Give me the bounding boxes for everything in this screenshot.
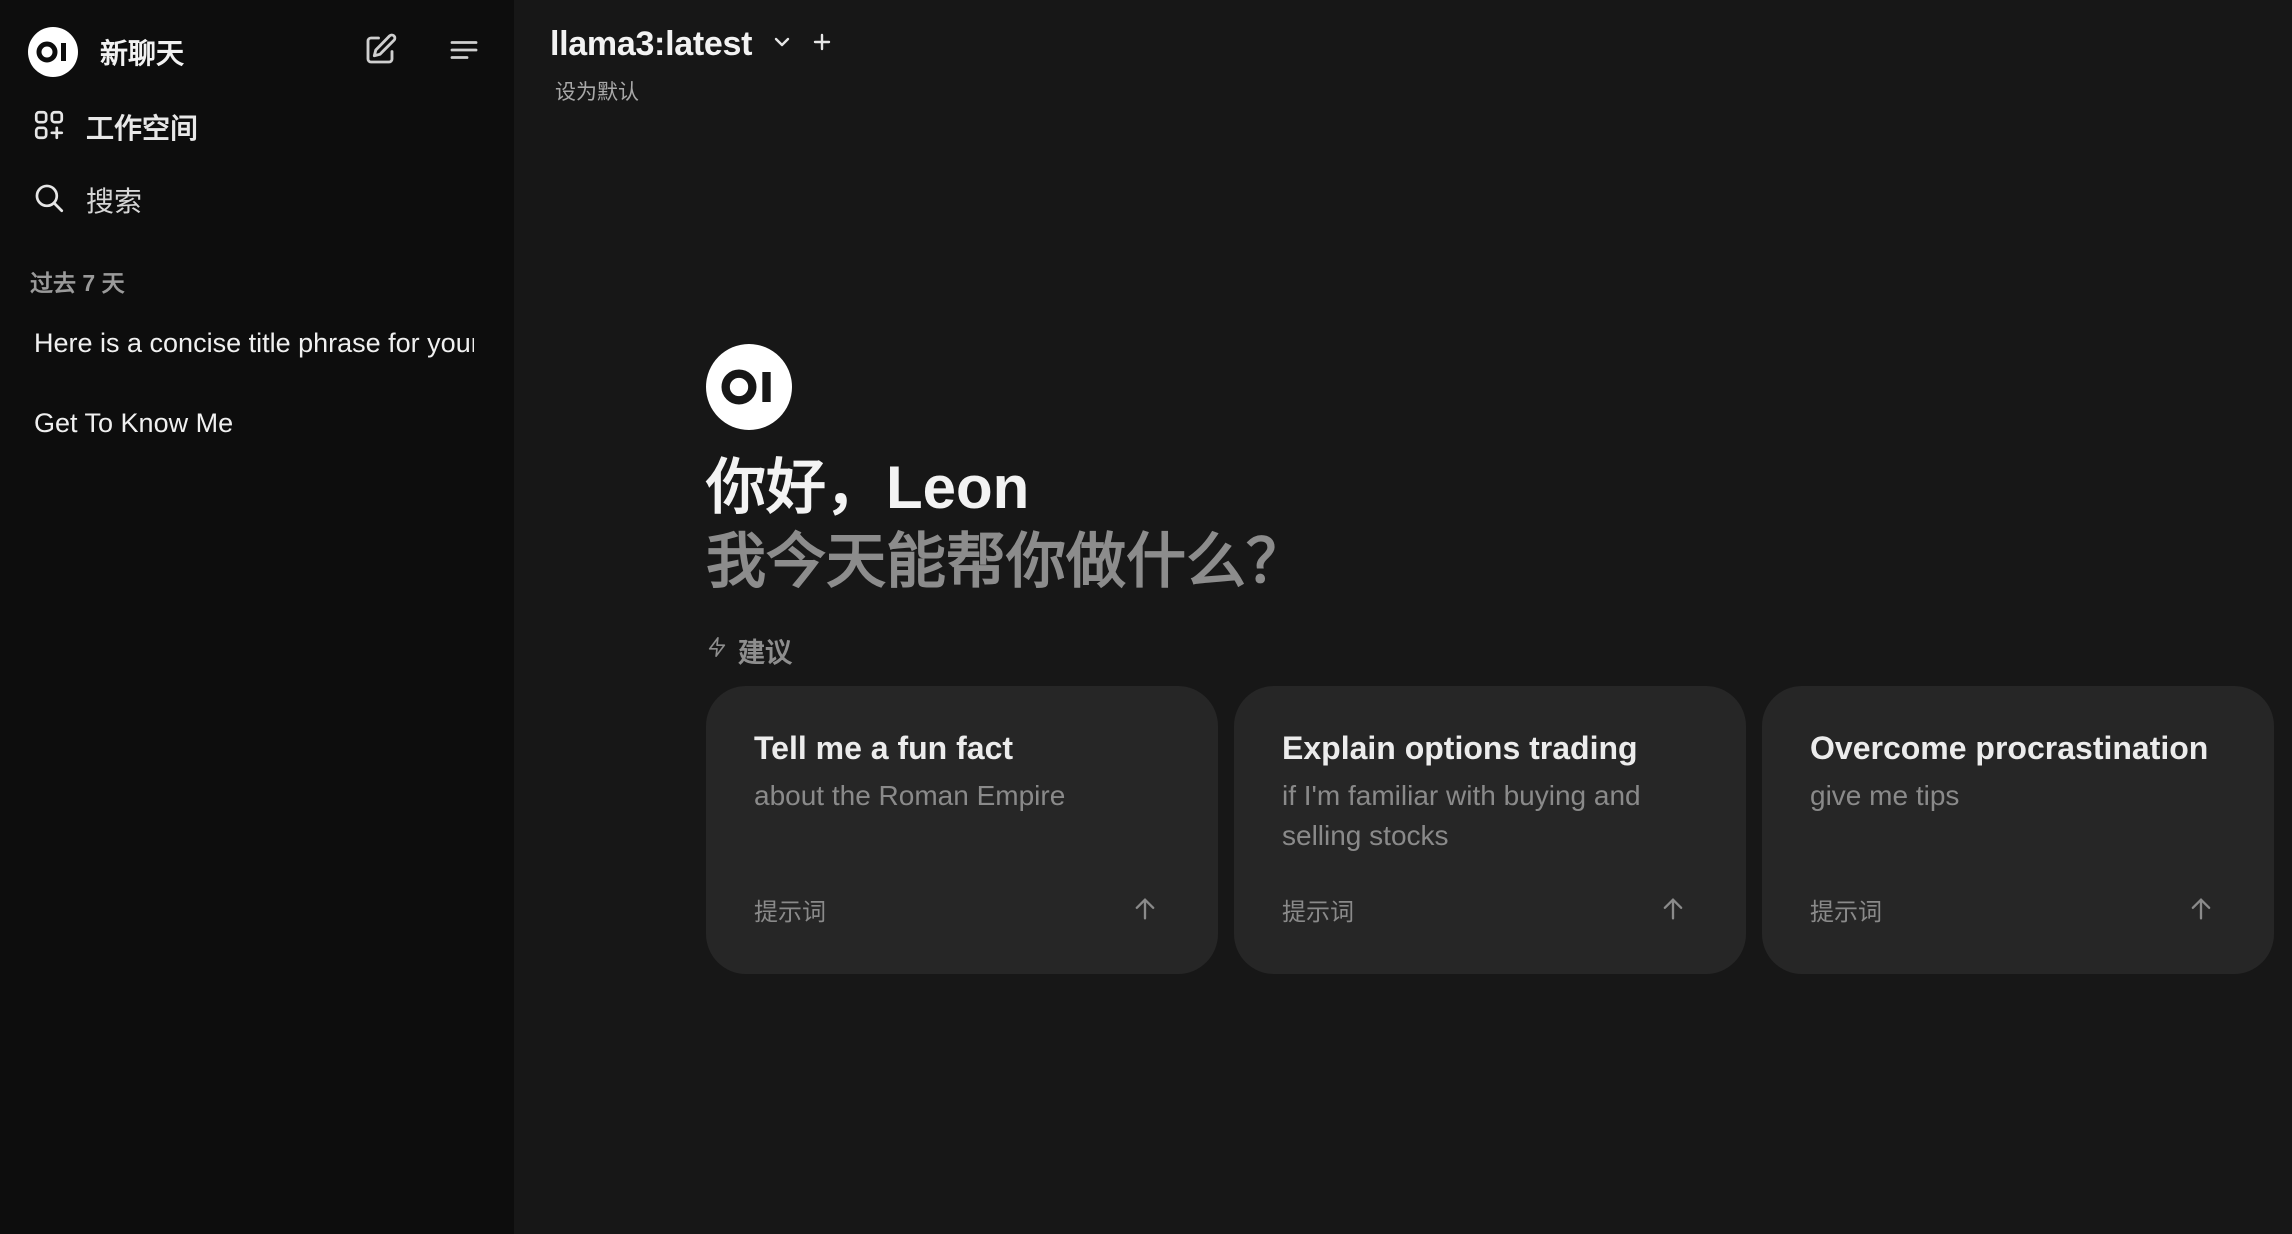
sidebar-header: 新聊天 — [28, 24, 488, 80]
suggestion-footer: 提示词 — [1282, 899, 1354, 926]
greeting-subheading: 我今天能帮你做什么？ — [706, 528, 1306, 595]
suggestion-title: Explain options trading — [1282, 730, 1638, 766]
new-chat-button[interactable] — [360, 32, 400, 72]
sidebar: 新聊天 工作空间 搜索 过去 7 天 Here is a concise tit… — [0, 0, 514, 1234]
suggestion-card[interactable]: Overcome procrastination give me tips 提示… — [1762, 686, 2274, 974]
search-icon — [32, 181, 66, 220]
suggestion-description: give me tips — [1810, 780, 1960, 811]
suggestion-card[interactable]: Explain options trading if I'm familiar … — [1234, 686, 1746, 974]
toggle-sidebar-button[interactable] — [444, 32, 484, 72]
set-default-button[interactable]: 设为默认 — [555, 76, 639, 106]
greeting-heading: 你好，Leon — [706, 454, 1030, 521]
new-chat-link[interactable]: 新聊天 — [100, 32, 184, 72]
chat-title: Here is a concise title phrase for your — [34, 327, 474, 358]
suggestion-description: about the Roman Empire — [754, 780, 1066, 811]
suggestions-label: 建议 — [738, 637, 792, 668]
lightning-icon — [706, 634, 728, 667]
chat-title: Get To Know Me — [34, 407, 234, 438]
suggestion-card[interactable]: Tell me a fun fact about the Roman Empir… — [706, 686, 1218, 974]
suggestion-title: Tell me a fun fact — [754, 730, 1014, 766]
app-logo-icon[interactable] — [28, 27, 78, 77]
arrow-up-icon[interactable] — [1128, 892, 1162, 926]
suggestion-description: if I'm familiar with buying and selling … — [1282, 780, 1641, 851]
suggestion-footer: 提示词 — [1810, 899, 1882, 926]
model-selector-button[interactable]: llama3:latest — [550, 25, 752, 64]
grid-plus-icon — [32, 108, 66, 147]
chat-list-item[interactable]: Here is a concise title phrase for your — [18, 314, 478, 372]
arrow-up-icon[interactable] — [1656, 892, 1690, 926]
suggestion-title: Overcome procrastination — [1810, 730, 2209, 766]
chat-list-item[interactable]: Get To Know Me — [18, 394, 478, 452]
edit-icon — [362, 32, 398, 73]
sidebar-item-search[interactable]: 搜索 — [32, 176, 142, 224]
chevron-down-icon[interactable] — [770, 30, 794, 59]
arrow-up-icon[interactable] — [2184, 892, 2218, 926]
model-selector: llama3:latest — [550, 18, 834, 70]
menu-lines-icon — [446, 32, 482, 73]
add-model-icon[interactable] — [810, 30, 834, 59]
sidebar-item-label: 工作空间 — [86, 113, 199, 144]
sidebar-item-label: 搜索 — [86, 186, 143, 217]
chat-section-label: 过去 7 天 — [30, 270, 125, 296]
suggestion-footer: 提示词 — [754, 899, 826, 926]
suggestions-header: 建议 — [706, 630, 792, 670]
model-logo-icon — [706, 344, 792, 430]
sidebar-item-workspace[interactable]: 工作空间 — [32, 103, 198, 151]
